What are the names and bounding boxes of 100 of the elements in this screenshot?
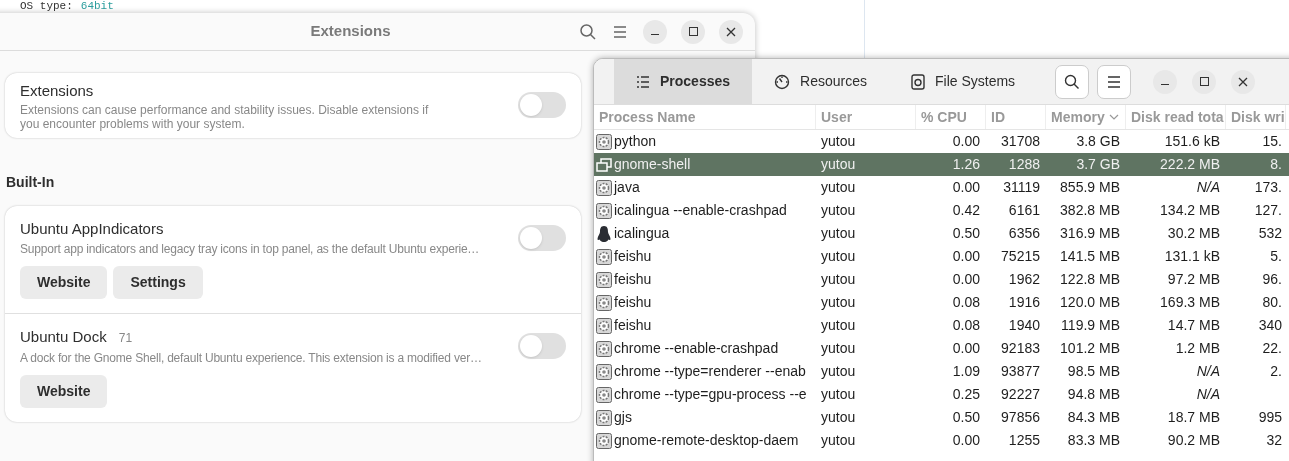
search-icon[interactable] [579,22,597,41]
table-cell-text: 141.5 MB [1060,247,1120,266]
process-row[interactable]: icalingua yutou 0.50 6356 316.9 MB 30.2 MB 532 [594,222,1289,245]
extension-name: Ubuntu AppIndicators [20,218,164,239]
maximize-button[interactable] [1192,69,1217,94]
gear-icon [596,363,612,380]
extension-description: A dock for the Gnome Shell, default Ubuntu experience. This extension is a modified ver… [20,349,483,367]
table-cell-text: 84.3 MB [1067,408,1120,427]
table-cell-text: 340 [1258,316,1282,335]
table-cell-text: 93877 [1001,362,1040,381]
gear-icon [596,179,612,196]
table-cell-text: 120.0 MB [1060,293,1120,312]
table-cell-text: yutou [821,178,856,197]
table-cell-text: yutou [821,224,856,243]
window-title: Extensions [310,21,391,42]
process-row[interactable]: chrome --type=gpu-process --e yutou 0.25 92227 94.8 MB N/A [594,383,1289,406]
table-cell-text: 134.2 MB [1160,201,1220,220]
table-cell-text: 127. [1254,201,1282,220]
table-cell-text: feishu [614,270,652,289]
process-row[interactable]: gnome-remote-desktop-daem yutou 0.00 1255 83.3 MB 90.2 MB 32 [594,429,1289,452]
table-cell-text: 1.26 [952,155,980,174]
process-row[interactable]: icalingua --enable-crashpad yutou 0.42 6161 382.8 MB 134.2 MB 127. [594,199,1289,222]
table-cell-text: 173. [1254,178,1282,197]
process-row[interactable]: chrome --enable-crashpad yutou 0.00 92183 101.2 MB 1.2 MB 22. [594,337,1289,360]
table-cell-text: N/A [1196,362,1220,381]
table-cell-text: yutou [821,339,856,358]
process-row[interactable]: chrome --type=renderer --enab yutou 1.09 93877 98.5 MB N/A 2. [594,360,1289,383]
table-cell-text: 5. [1270,247,1282,266]
toggle-switch[interactable] [518,333,566,360]
table-cell-text: yutou [821,201,856,220]
table-cell-text: 83.3 MB [1067,431,1120,450]
close-icon [1238,76,1249,87]
table-cell-text: 97856 [1001,408,1040,427]
table-cell-text: 94.8 MB [1067,385,1120,404]
terminal-text: 64bit [80,0,114,12]
table-cell-text: yutou [821,270,856,289]
tab[interactable]: File Systems [889,59,1038,104]
table-cell-text: 18.7 MB [1167,408,1220,427]
process-row[interactable]: gjs yutou 0.50 97856 84.3 MB 18.7 MB 995 [594,406,1289,429]
table-cell-text: 222.2 MB [1160,155,1220,174]
process-row[interactable]: feishu yutou 0.08 1916 120.0 MB 169.3 MB 80. [594,291,1289,314]
table-cell-text: 22. [1262,339,1282,358]
table-cell-text: 131.1 kB [1164,247,1220,266]
process-row[interactable]: java yutou 0.00 31119 855.9 MB N/A 173. [594,176,1289,199]
close-icon [726,26,736,37]
gear-icon [596,271,612,288]
window-icon [596,156,612,173]
process-row[interactable]: feishu yutou 0.08 1940 119.9 MB 14.7 MB 340 [594,314,1289,337]
table-cell-text: 0.00 [952,132,980,151]
table-cell-text: 0.50 [952,224,980,243]
table-cell-text: gjs [614,408,632,427]
table-cell-text: 151.6 kB [1164,132,1220,151]
action-button[interactable]: Website [20,266,108,299]
table-cell-text: yutou [821,316,856,335]
extension-name: Ubuntu Dock [20,327,107,347]
table-cell-text: yutou [821,385,856,404]
table-cell-text: 6161 [1008,201,1040,220]
table-cell-text: feishu [614,316,652,335]
menu-button[interactable] [1097,64,1132,99]
table-cell-text: 98.5 MB [1067,362,1120,381]
tab[interactable]: Resources [752,59,889,104]
action-button[interactable]: Settings [113,266,203,299]
table-cell-text: 1916 [1008,293,1040,312]
table-cell-text: 3.8 GB [1076,132,1120,151]
penguin-icon [596,224,612,243]
table-cell-text: python [614,132,657,151]
menu-icon [1107,75,1122,88]
action-button[interactable]: Website [20,374,108,408]
close-button[interactable] [1231,69,1256,94]
sort-caret-icon [1108,114,1119,120]
tab[interactable]: Processes [614,59,753,104]
toggle-switch[interactable] [518,92,566,119]
gauge-icon [774,73,791,90]
search-button[interactable] [1055,64,1090,99]
version-label: 71 [118,330,133,347]
toggle-switch[interactable] [518,224,566,251]
table-cell-text: 532 [1258,224,1282,243]
maximize-button[interactable] [681,19,705,44]
table-cell-text: 1255 [1008,431,1040,450]
table-cell-text: 0.00 [952,270,980,289]
table-cell-text: yutou [821,155,856,174]
gear-icon [596,248,612,265]
table-cell-text: 0.00 [952,178,980,197]
table-cell-text: 6356 [1008,224,1040,243]
extension-description: Support app indicators and legacy tray icons in top panel, as the default Ubuntu experie… [20,241,481,258]
process-row[interactable]: gnome-shell yutou 1.26 1288 3.7 GB 222.2 MB 8. [594,153,1289,176]
table-cell-text: 316.9 MB [1060,224,1120,243]
process-row[interactable]: python yutou 0.00 31708 3.8 GB 151.6 kB 15. [594,130,1289,153]
process-row[interactable]: feishu yutou 0.00 75215 141.5 MB 131.1 kB 5. [594,245,1289,268]
table-cell-text: 3.7 GB [1076,155,1120,174]
table-cell-text: 0.42 [952,201,980,220]
table-cell-text: 169.3 MB [1160,293,1220,312]
table-cell-text: 122.8 MB [1060,270,1120,289]
process-row[interactable]: feishu yutou 0.00 1962 122.8 MB 97.2 MB 96. [594,268,1289,291]
close-button[interactable] [719,19,743,44]
table-cell-text: 92227 [1001,385,1040,404]
table-cell-text: yutou [821,132,856,151]
table-cell-text: 0.00 [952,339,980,358]
table-cell-text: 96. [1262,270,1282,289]
table-cell-text: N/A [1196,385,1220,404]
